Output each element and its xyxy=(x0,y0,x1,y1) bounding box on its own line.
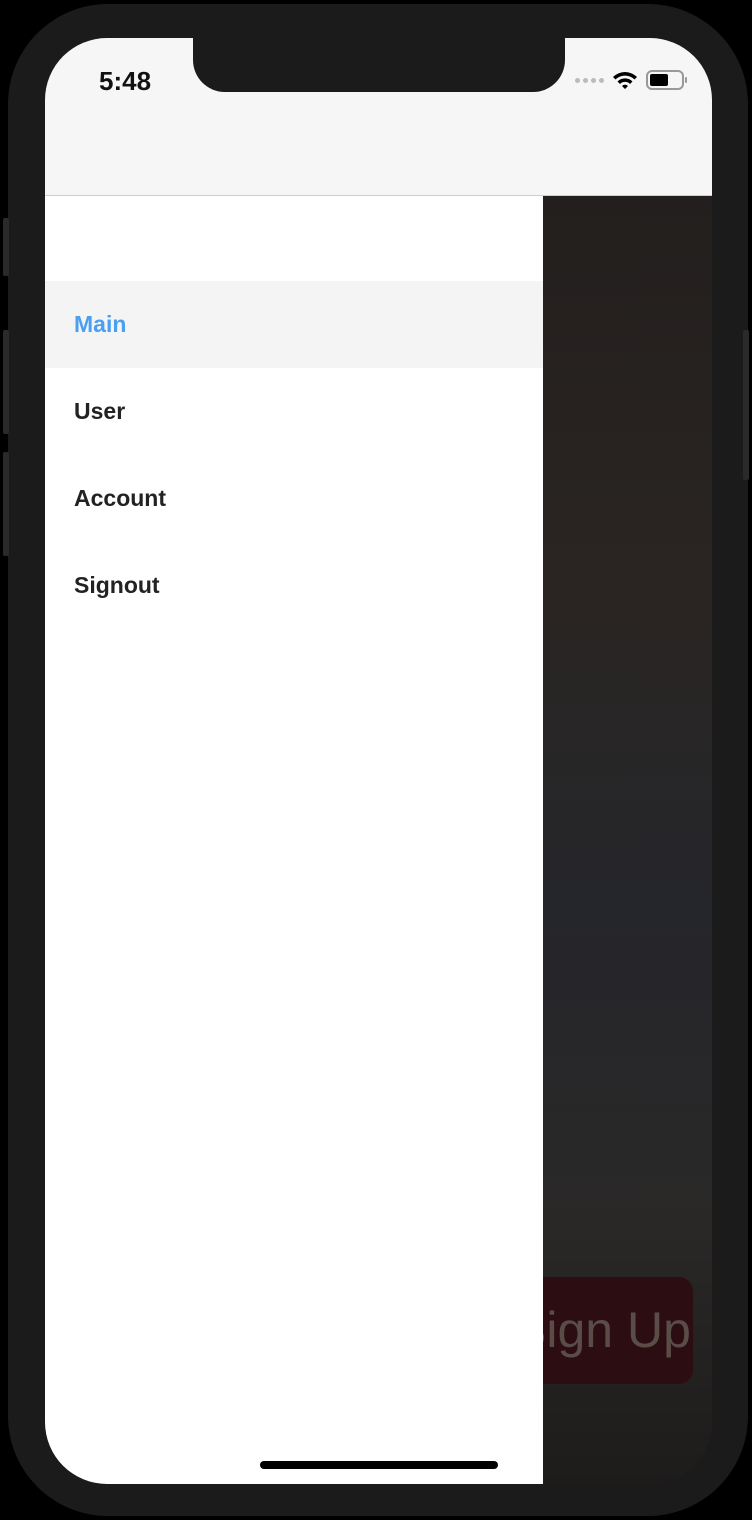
power-button xyxy=(743,330,749,480)
status-time: 5:48 xyxy=(99,66,152,96)
volume-up-button xyxy=(3,330,9,434)
drawer-item-user[interactable]: User xyxy=(45,368,543,455)
mute-switch xyxy=(3,218,9,276)
notch xyxy=(193,38,565,92)
screen: 5:48 Sign Up Main User Account Signout xyxy=(45,38,712,1484)
background-photo: Sign Up xyxy=(513,196,712,1484)
volume-down-button xyxy=(3,452,9,556)
drawer-item-main[interactable]: Main xyxy=(45,281,543,368)
drawer-item-signout[interactable]: Signout xyxy=(45,542,543,629)
battery-icon xyxy=(646,70,687,90)
wifi-icon xyxy=(613,72,637,89)
drawer-item-account[interactable]: Account xyxy=(45,455,543,542)
status-icons xyxy=(575,70,687,90)
home-indicator[interactable] xyxy=(260,1461,498,1469)
signal-icon xyxy=(575,77,604,83)
side-drawer: Main User Account Signout xyxy=(45,196,543,1484)
